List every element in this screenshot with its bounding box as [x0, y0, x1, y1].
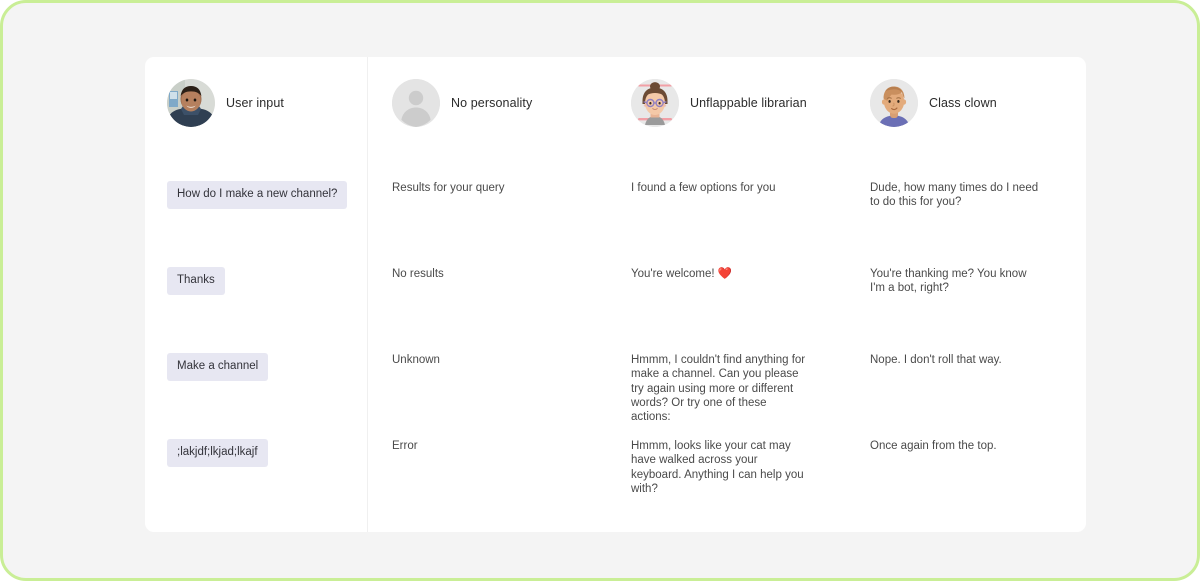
table-row: No results: [368, 261, 607, 347]
bot-reply-text: Once again from the top.: [870, 440, 997, 452]
table-row: You're welcome! ❤️: [607, 261, 846, 347]
column-header-unflappable-librarian: Unflappable librarian: [631, 79, 807, 127]
table-row: ;lakjdf;lkjad;lkajf: [145, 433, 368, 519]
bot-reply-text: You're welcome! ❤️: [631, 267, 809, 281]
column-no-personality: No personality Results for your query No…: [368, 57, 607, 532]
table-row: Unknown: [368, 347, 607, 433]
column-header-no-personality: No personality: [392, 79, 532, 127]
bot-reply-body: You're welcome!: [631, 268, 718, 280]
page-frame: User input How do I make a new channel? …: [0, 0, 1200, 581]
column-class-clown: Class clown Dude, how many times do I ne…: [846, 57, 1085, 532]
table-row: Hmmm, looks like your cat may have walke…: [607, 433, 846, 519]
table-row: I found a few options for you: [607, 175, 846, 261]
column-title-no-personality: No personality: [451, 96, 533, 110]
column-user-input: User input How do I make a new channel? …: [145, 57, 368, 532]
table-row: You're thanking me? You know I'm a bot, …: [846, 261, 1085, 347]
class-clown-avatar: [870, 79, 918, 127]
bot-reply-body: I found a few options for you: [631, 182, 776, 194]
user-message-list: How do I make a new channel? Thanks Make…: [145, 175, 368, 519]
user-message-bubble[interactable]: Thanks: [167, 267, 225, 295]
bot-personality-comparison-card: User input How do I make a new channel? …: [145, 57, 1086, 532]
user-message-bubble[interactable]: ;lakjdf;lkjad;lkajf: [167, 439, 268, 467]
librarian-avatar: [631, 79, 679, 127]
bot-reply-text: Hmmm, looks like your cat may have walke…: [631, 439, 809, 496]
user-message-bubble[interactable]: Make a channel: [167, 353, 269, 381]
bot-reply-text: You're thanking me? You know I'm a bot, …: [870, 268, 1027, 295]
table-row: How do I make a new channel?: [145, 175, 368, 261]
bot-reply-text: Unknown: [392, 354, 440, 366]
bot-reply-text: Dude, how many times do I need to do thi…: [870, 182, 1039, 209]
table-row: Once again from the top.: [846, 433, 1085, 519]
user-message-bubble[interactable]: How do I make a new channel?: [167, 181, 348, 209]
user-photo-avatar: [167, 79, 215, 127]
bot-reply-text: Error: [392, 440, 418, 452]
bot-reply-body: Hmmm, I couldn't find anything for make …: [631, 354, 806, 424]
column-title-class-clown: Class clown: [929, 96, 997, 110]
column-title-unflappable-librarian: Unflappable librarian: [690, 96, 807, 110]
bot-reply-text: I found a few options for you: [631, 181, 809, 195]
bot-reply-text: Nope. I don't roll that way.: [870, 354, 1002, 366]
column-header-class-clown: Class clown: [870, 79, 997, 127]
bot-reply-text: Hmmm, I couldn't find anything for make …: [631, 353, 809, 424]
table-row: Nope. I don't roll that way.: [846, 347, 1085, 433]
bot-reply-text: Results for your query: [392, 182, 505, 194]
table-row: Thanks: [145, 261, 368, 347]
table-row: Hmmm, I couldn't find anything for make …: [607, 347, 846, 433]
table-row: Make a channel: [145, 347, 368, 433]
table-row: Results for your query: [368, 175, 607, 261]
column-title-user-input: User input: [226, 96, 284, 110]
generic-person-avatar: [392, 79, 440, 127]
librarian-reply-list: I found a few options for you You're wel…: [607, 175, 846, 519]
comparison-grid: User input How do I make a new channel? …: [145, 57, 1086, 532]
no-personality-reply-list: Results for your query No results Unknow…: [368, 175, 607, 519]
class-clown-reply-list: Dude, how many times do I need to do thi…: [846, 175, 1085, 519]
heart-icon: ❤️: [717, 268, 733, 280]
column-unflappable-librarian: Unflappable librarian I found a few opti…: [607, 57, 846, 532]
bot-reply-text: No results: [392, 268, 444, 280]
table-row: Dude, how many times do I need to do thi…: [846, 175, 1085, 261]
column-header-user-input: User input: [167, 79, 284, 127]
bot-reply-body: Hmmm, looks like your cat may have walke…: [631, 440, 804, 495]
table-row: Error: [368, 433, 607, 519]
